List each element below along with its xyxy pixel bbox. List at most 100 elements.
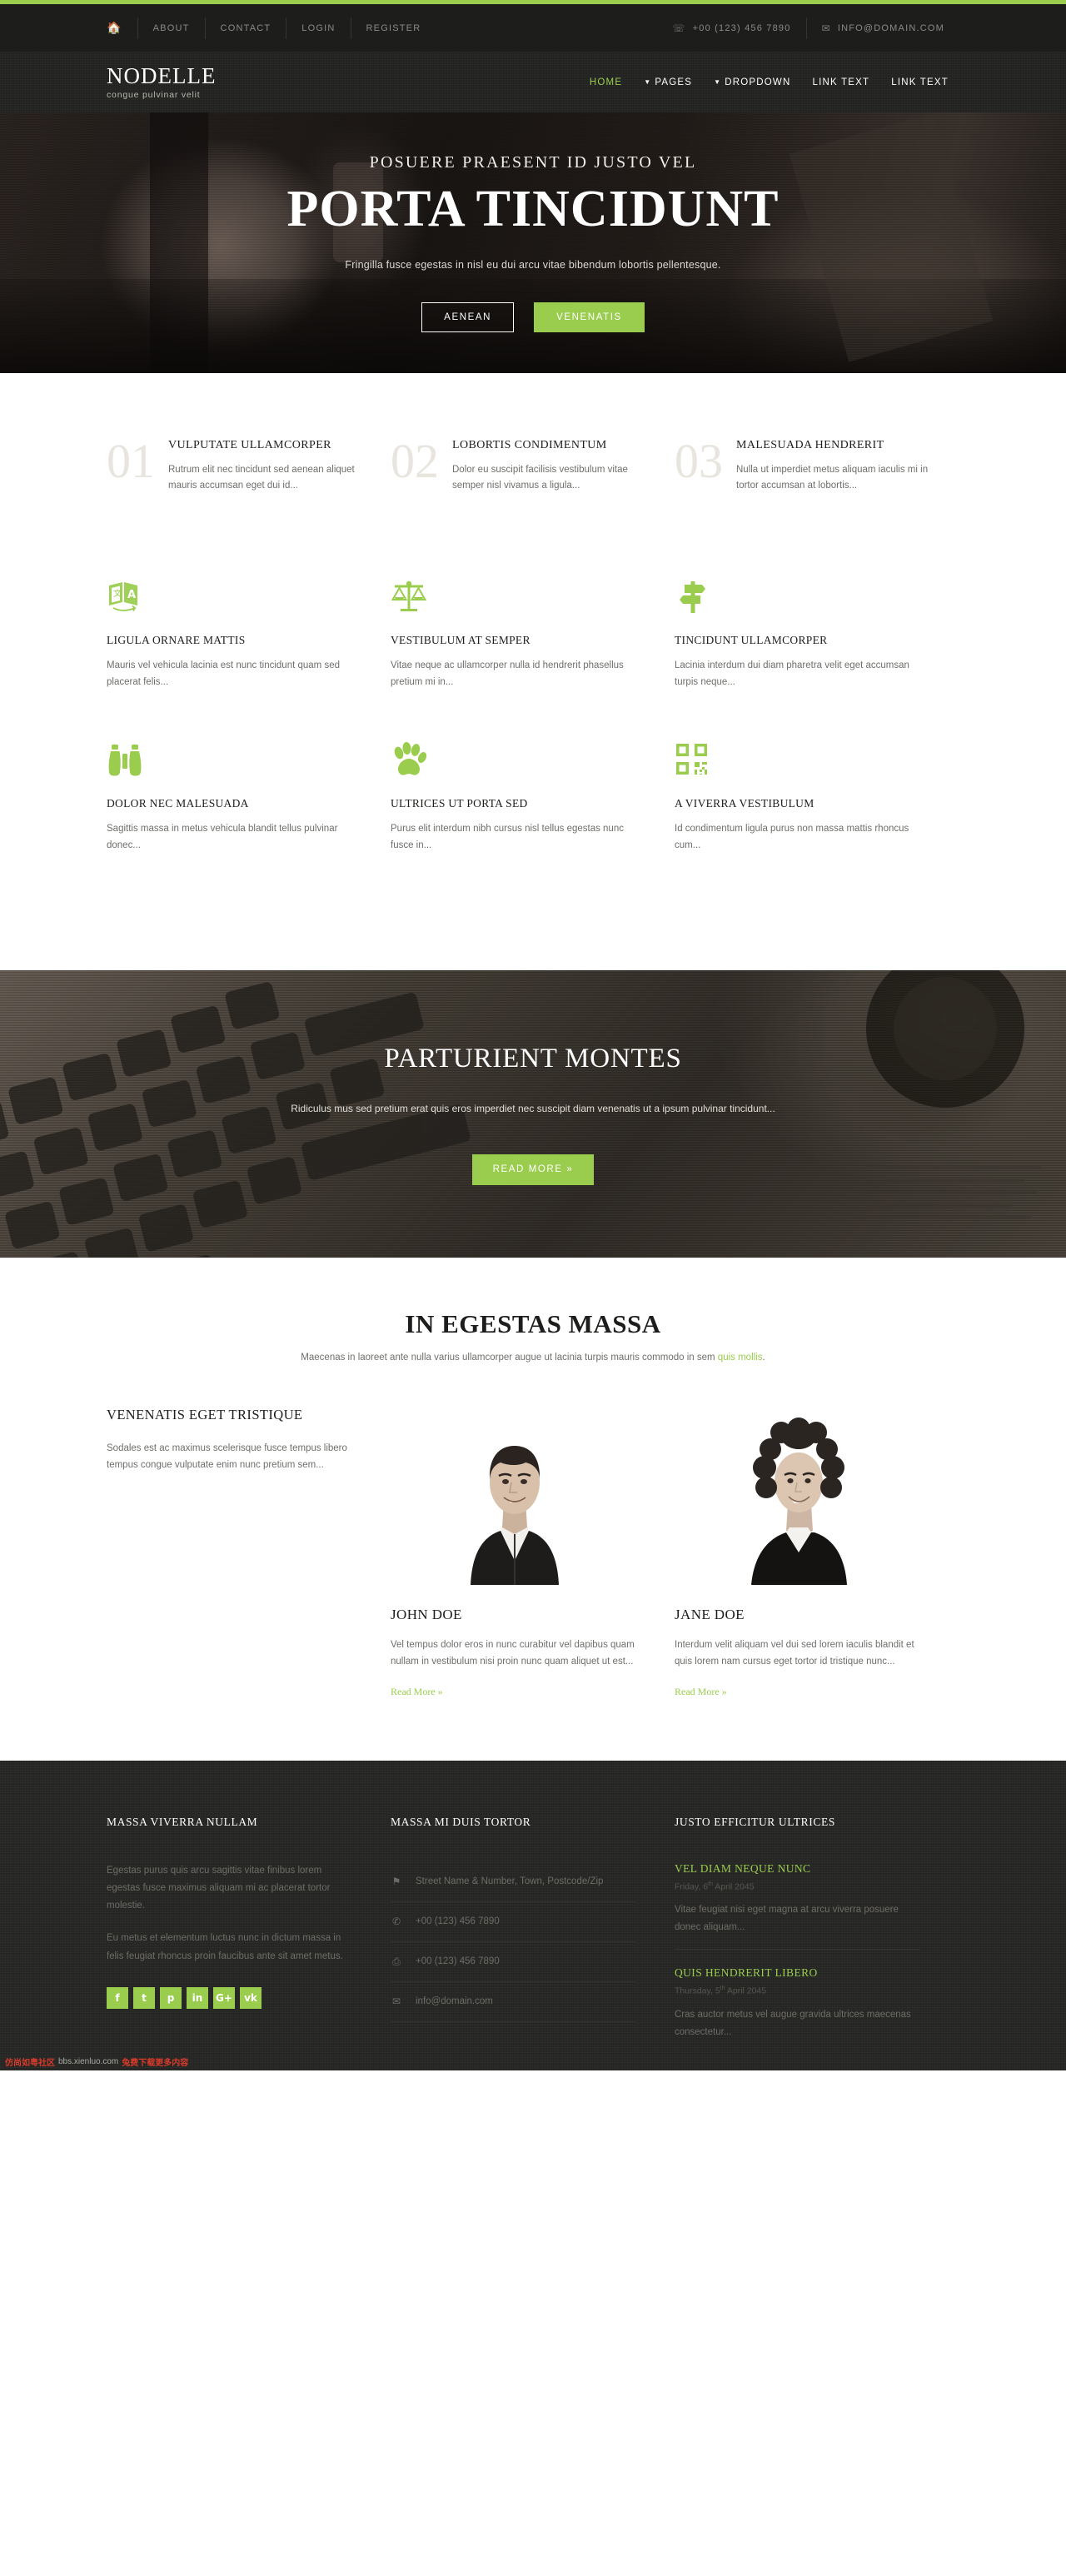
service-item-dolor-nec-malesuada: DOLOR NEC MALESUADA Sagittis massa in me… (107, 735, 391, 899)
services-row-2: DOLOR NEC MALESUADA Sagittis massa in me… (107, 735, 959, 899)
service-title: A VIVERRA VESTIBULUM (675, 797, 814, 810)
footer-column-about: MASSA VIVERRA NULLAM Egestas purus quis … (107, 1816, 391, 2071)
topbar-phone[interactable]: ☏ +00 (123) 456 7890 (672, 22, 805, 34)
social-links: f t p in G+ vk (107, 1986, 352, 2009)
post-date-rest: April 2045 (712, 1881, 755, 1892)
cta-content: PARTURIENT MONTES Ridiculus mus sed pret… (291, 1044, 775, 1185)
member-read-more-link[interactable]: Read More » (675, 1686, 727, 1698)
footer-title: MASSA MI DUIS TORTOR (391, 1815, 531, 1828)
service-item-vestibulum-at-semper: VESTIBULUM AT SEMPER Vitae neque ac ulla… (391, 572, 675, 735)
team-intro-text: Sodales est ac maximus scelerisque fusce… (107, 1442, 347, 1470)
avatar (426, 1406, 602, 1586)
site-footer: MASSA VIVERRA NULLAM Egestas purus quis … (0, 1761, 1066, 2071)
topbar-email-label: INFO@DOMAIN.COM (837, 22, 944, 33)
service-title: LIGULA ORNARE MATTIS (107, 633, 246, 646)
topbar-link-register[interactable]: REGISTER (351, 23, 436, 33)
home-icon: 🏠 (107, 21, 122, 34)
section-description: Maecenas in laoreet ante nulla varius ul… (107, 1353, 959, 1363)
binoculars-icon (107, 735, 357, 779)
nav-item-dropdown[interactable]: ▼ DROPDOWN (703, 77, 801, 87)
footer-paragraph-2: Eu metus et elementum luctus nunc in dic… (107, 1933, 343, 1961)
phone-icon: ☏ (672, 22, 686, 34)
feature-item-02: 02 LOBORTIS CONDIMENTUM Dolor eu suscipi… (391, 437, 675, 494)
chevron-down-icon: ▼ (644, 77, 652, 86)
hero-title: PORTA TINCIDUNT (286, 180, 780, 237)
topbar-link-about[interactable]: ABOUT (138, 23, 205, 33)
service-title: DOLOR NEC MALESUADA (107, 797, 249, 810)
post-title-link[interactable]: QUIS HENDRERIT LIBERO (675, 1966, 920, 1980)
service-item-ultrices-ut-porta-sed: ULTRICES UT PORTA SED Purus elit interdu… (391, 735, 675, 899)
service-text: Mauris vel vehicula lacinia est nunc tin… (107, 660, 340, 687)
fax-icon: ⎙ (392, 1955, 401, 1967)
hero-buttons: AENEAN VENENATIS (0, 302, 1066, 333)
nav-item-pages[interactable]: ▼ PAGES (633, 77, 703, 87)
topbar-link-contact[interactable]: CONTACT (206, 23, 286, 33)
service-text: Lacinia interdum dui diam pharetra velit… (675, 660, 909, 687)
footer-post-1: VEL DIAM NEQUE NUNC Friday, 6th April 20… (675, 1862, 920, 1951)
call-to-action-banner: PARTURIENT MONTES Ridiculus mus sed pret… (0, 970, 1066, 1258)
footer-title: JUSTO EFFICITUR ULTRICES (675, 1815, 835, 1828)
contact-email[interactable]: ✉ info@domain.com (391, 1982, 636, 2022)
svg-text:文: 文 (113, 588, 122, 599)
topbar-email[interactable]: ✉ INFO@DOMAIN.COM (807, 22, 959, 34)
service-title: TINCIDUNT ULLAMCORPER (675, 633, 828, 646)
brand-logo[interactable]: NODELLE congue pulvinar velit (107, 63, 217, 100)
team-row: VENENATIS EGET TRISTIQUE Sodales est ac … (107, 1406, 959, 1698)
feature-number: 03 (675, 434, 723, 488)
quis-mollis-link[interactable]: quis mollis (718, 1353, 763, 1363)
nav-item-link-2[interactable]: LINK TEXT (880, 77, 959, 87)
footer-column-contact: MASSA MI DUIS TORTOR ⚑ Street Name & Num… (391, 1816, 675, 2071)
linkedin-icon[interactable]: in (187, 1986, 208, 2009)
cta-button-wrap: READ MORE » (471, 1153, 595, 1185)
topbar-link-login[interactable]: LOGIN (286, 23, 350, 33)
team-member-jane-doe: JANE DOE Interdum velit aliquam vel dui … (675, 1406, 959, 1698)
watermark-red-2: 兔费下载更多内容 (122, 2059, 189, 2069)
service-text: Purus elit interdum nibh cursus nisl tel… (391, 824, 624, 851)
member-read-more-link[interactable]: Read More » (391, 1686, 443, 1698)
member-text: Vel tempus dolor eros in nunc curabitur … (391, 1640, 635, 1667)
google-plus-icon[interactable]: G+ (213, 1986, 235, 2009)
feature-number: 01 (107, 434, 155, 488)
topbar-phone-label: +00 (123) 456 7890 (692, 22, 791, 33)
post-date: Thursday, 5th April 2045 (675, 1986, 920, 1996)
twitter-icon[interactable]: t (133, 1986, 155, 2009)
hero-venenatis-button[interactable]: VENENATIS (534, 302, 645, 333)
vk-icon[interactable]: vk (240, 1986, 262, 2009)
hero-content: POSUERE PRAESENT ID JUSTO VEL PORTA TINC… (0, 152, 1066, 333)
feature-title: VULPUTATE ULLAMCORPER (168, 439, 331, 451)
service-text: Sagittis massa in metus vehicula blandit… (107, 824, 338, 851)
utility-topbar: 🏠 ABOUT CONTACT LOGIN REGISTER ☏ +00 (12… (0, 4, 1066, 52)
hero-subtitle: POSUERE PRAESENT ID JUSTO VEL (369, 152, 697, 172)
site-header: NODELLE congue pulvinar velit HOME ▼ PAG… (0, 52, 1066, 112)
contact-fax: ⎙ +00 (123) 456 7890 (391, 1942, 636, 1982)
service-item-tincidunt-ullamcorper: TINCIDUNT ULLAMCORPER Lacinia interdum d… (675, 572, 959, 735)
member-text: Interdum velit aliquam vel dui sed lorem… (675, 1640, 914, 1667)
post-date-day: Friday, 6 (675, 1881, 709, 1892)
cta-read-more-button[interactable]: READ MORE » (471, 1153, 595, 1185)
service-text: Vitae neque ac ullamcorper nulla id hend… (391, 660, 624, 687)
envelope-icon: ✉ (821, 22, 831, 34)
female-portrait-image (710, 1406, 886, 1586)
topbar-home-link[interactable]: 🏠 (107, 21, 137, 35)
cta-title: PARTURIENT MONTES (384, 1043, 682, 1074)
nav-item-link-1[interactable]: LINK TEXT (802, 77, 881, 87)
brand-name: NODELLE (107, 63, 217, 89)
topbar-links: 🏠 ABOUT CONTACT LOGIN REGISTER (107, 17, 436, 39)
chevron-down-icon: ▼ (714, 77, 722, 86)
feature-text: Nulla ut imperdiet metus aliquam iaculis… (736, 464, 929, 491)
footer-post-2: QUIS HENDRERIT LIBERO Thursday, 5th Apri… (675, 1966, 920, 2054)
service-text: Id condimentum ligula purus non massa ma… (675, 824, 909, 851)
contact-address-text: Street Name & Number, Town, Postcode/Zip (416, 1876, 604, 1886)
pinterest-icon[interactable]: p (160, 1986, 182, 2009)
post-title-link[interactable]: VEL DIAM NEQUE NUNC (675, 1862, 920, 1876)
paw-icon (391, 735, 641, 779)
translate-icon: 文 A (107, 572, 357, 615)
footer-title: MASSA VIVERRA NULLAM (107, 1815, 258, 1828)
hero-aenean-button[interactable]: AENEAN (421, 302, 515, 333)
envelope-icon: ✉ (391, 1995, 401, 2007)
nav-item-home[interactable]: HOME (579, 77, 633, 87)
facebook-icon[interactable]: f (107, 1986, 128, 2009)
contact-phone-text: +00 (123) 456 7890 (416, 1916, 500, 1926)
brand-tagline: congue pulvinar velit (107, 89, 201, 100)
services-row-1: 文 A LIGULA ORNARE MATTIS Mauris vel vehi… (107, 572, 959, 735)
